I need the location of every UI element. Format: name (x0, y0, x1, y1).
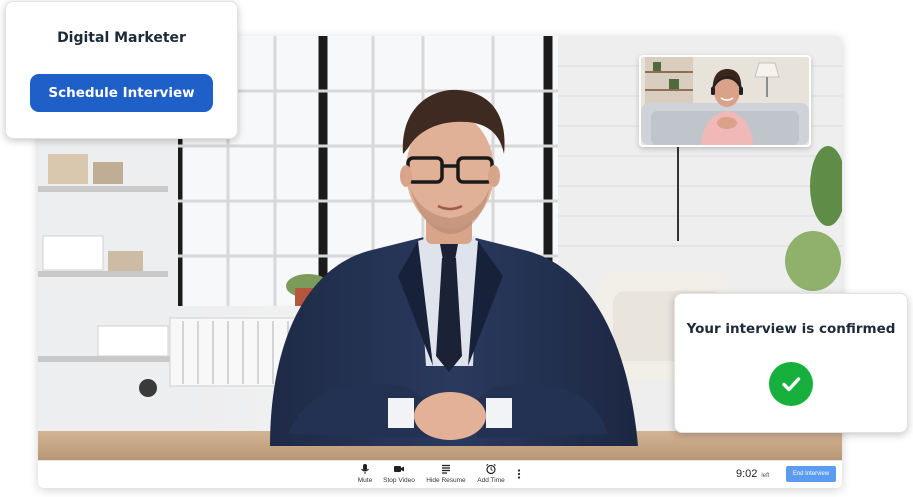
confirmation-card: Your interview is confirmed (674, 293, 908, 433)
stop-video-label: Stop Video (383, 477, 415, 484)
time-remaining-suffix: left (761, 473, 770, 479)
time-remaining-value: 9:02 (736, 468, 758, 480)
add-time-label: Add Time (477, 477, 505, 484)
time-remaining: 9:02 left (736, 468, 769, 480)
hide-resume-button[interactable]: Hide Resume (424, 463, 468, 487)
hide-resume-label: Hide Resume (426, 477, 466, 484)
more-vertical-icon (517, 469, 521, 479)
end-interview-button[interactable]: End Interview (786, 466, 836, 482)
job-title: Digital Marketer (57, 30, 186, 46)
microphone-icon (361, 464, 369, 474)
self-view-video[interactable] (639, 55, 811, 147)
confirmation-message: Your interview is confirmed (686, 321, 896, 337)
check-circle-icon (769, 362, 813, 406)
video-camera-icon (394, 466, 404, 472)
alarm-clock-icon (486, 463, 496, 475)
stop-video-button[interactable]: Stop Video (382, 463, 416, 487)
checkmark-icon (782, 377, 801, 392)
mute-button[interactable]: Mute (354, 463, 376, 487)
add-time-button[interactable]: Add Time (475, 463, 507, 487)
interview-scene: Mute Stop Video Hide Resume Add Time 9:0… (0, 0, 913, 497)
more-options-button[interactable] (514, 466, 524, 482)
interviewer-video-illustration (641, 57, 809, 145)
call-control-bar: Mute Stop Video Hide Resume Add Time 9:0… (38, 460, 842, 488)
job-card: Digital Marketer Schedule Interview (5, 1, 238, 139)
schedule-interview-button[interactable]: Schedule Interview (30, 74, 213, 112)
document-lines-icon (442, 464, 450, 474)
mute-label: Mute (357, 477, 373, 484)
